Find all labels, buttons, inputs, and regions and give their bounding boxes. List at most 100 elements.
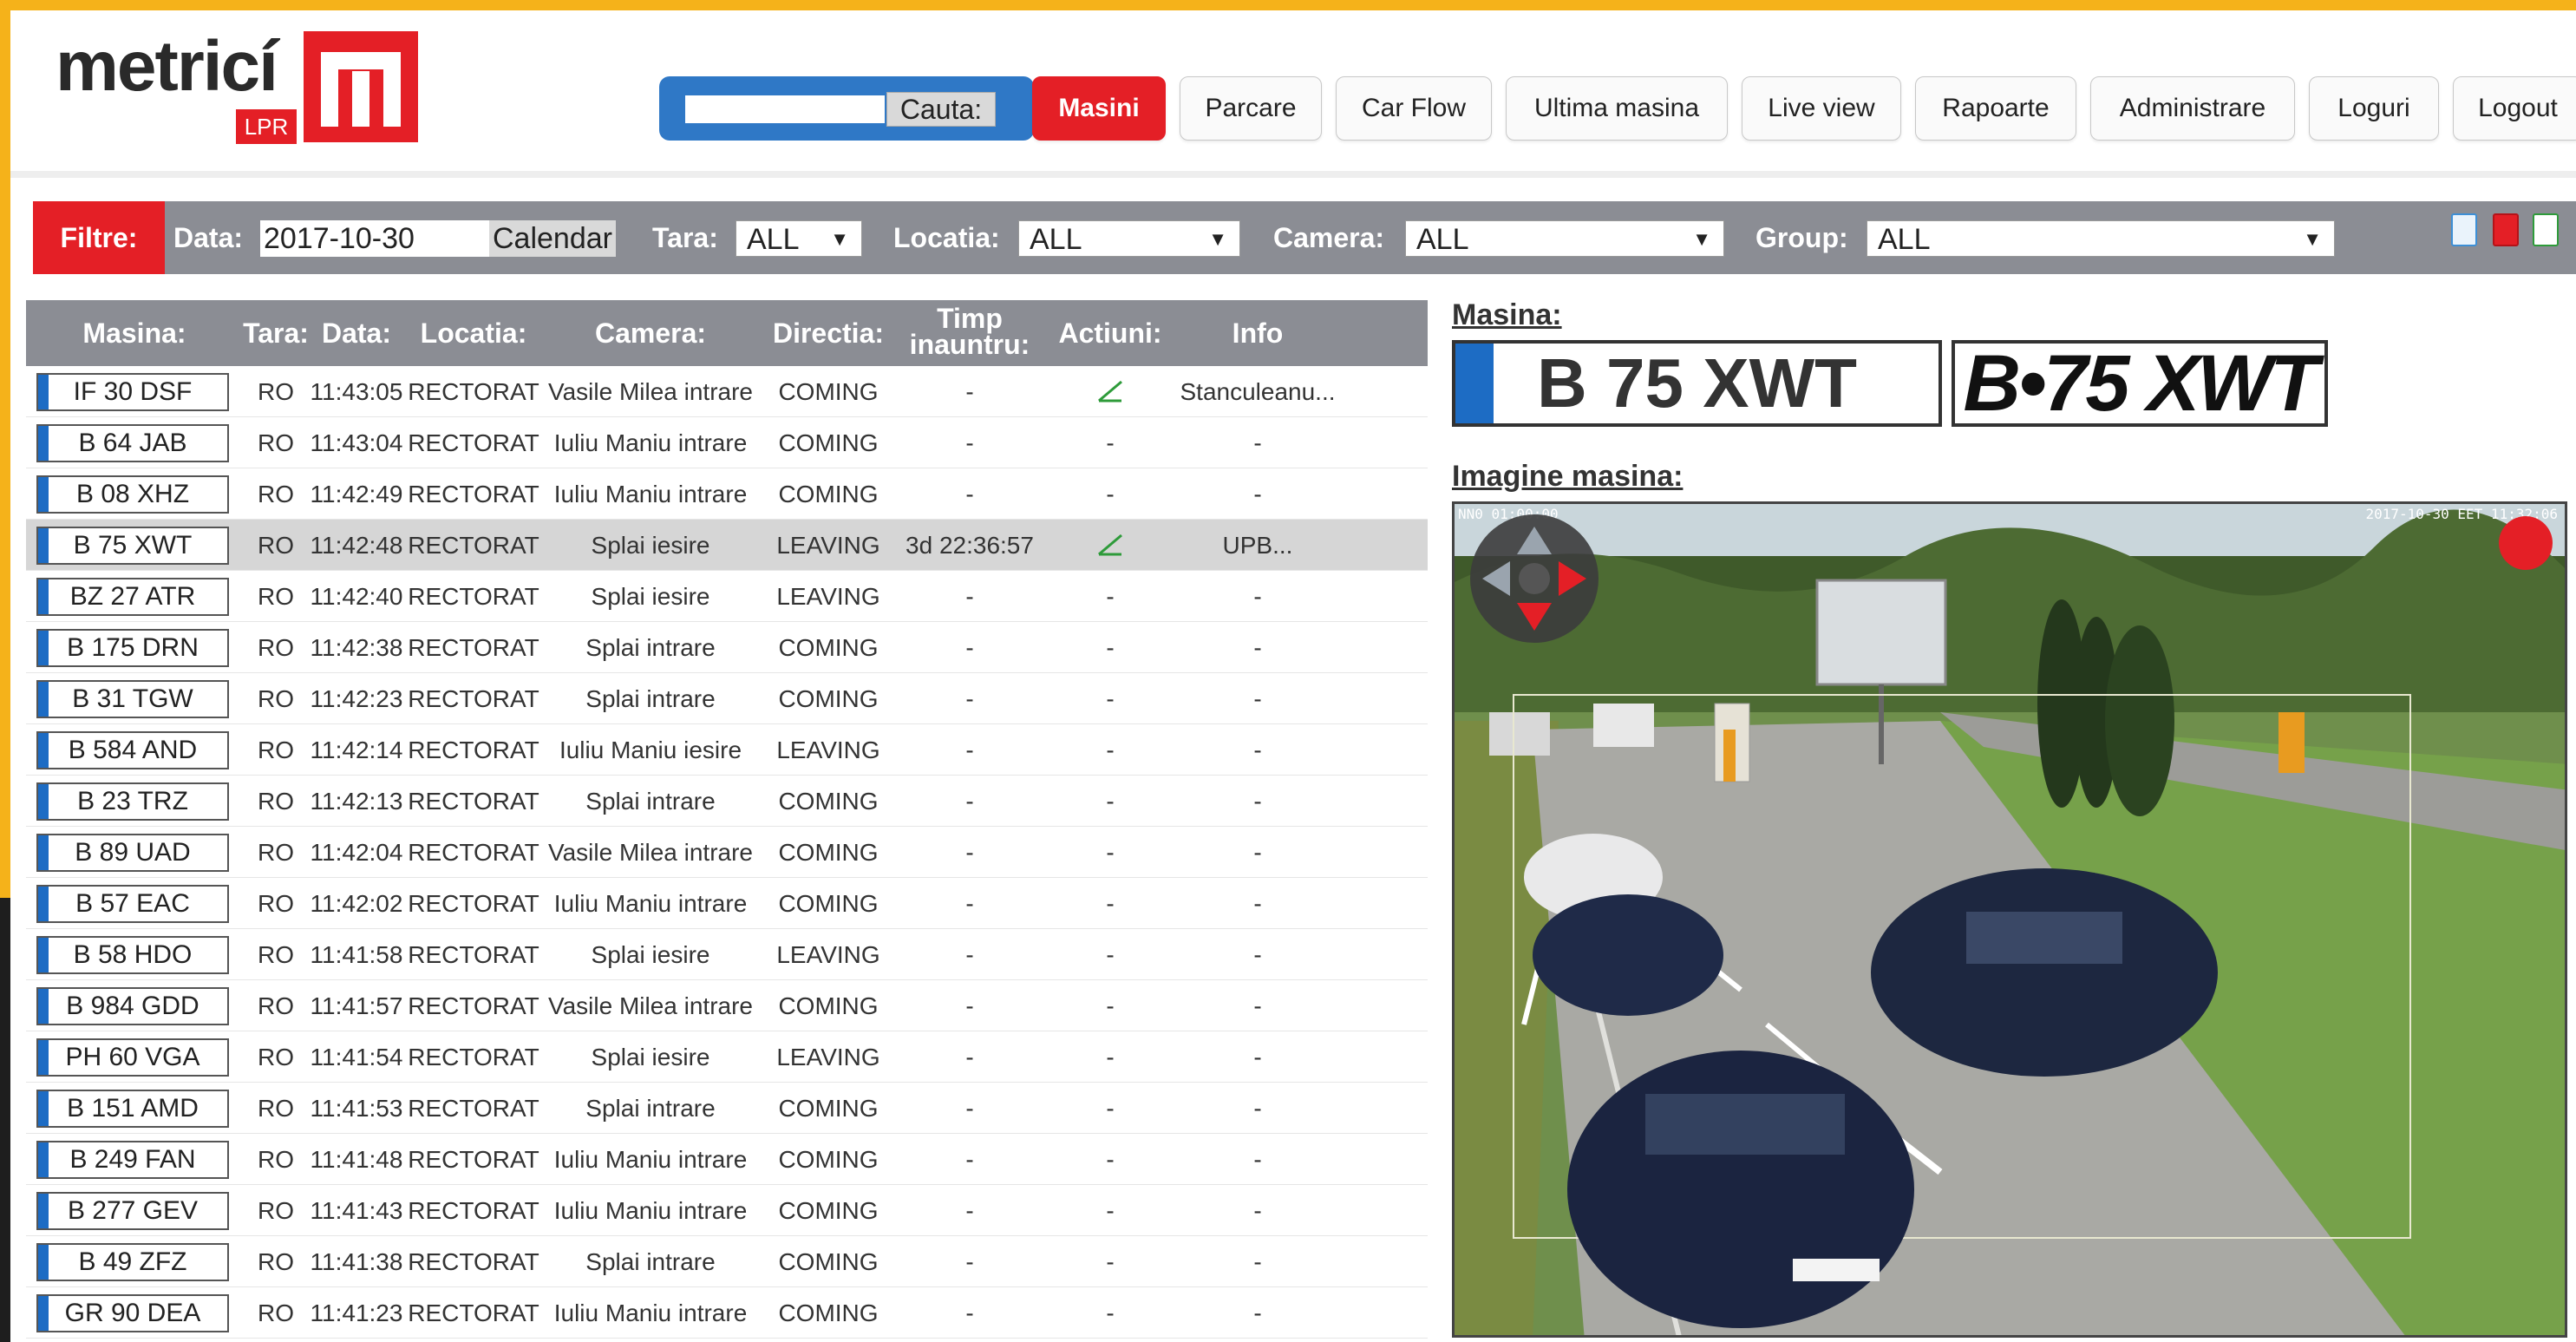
table-row[interactable]: B 984 GDD RO 11:41:57 RECTORAT Vasile Milea … xyxy=(26,980,1428,1031)
plate-cell[interactable]: B 75 XWT xyxy=(36,527,229,565)
plate-cell[interactable]: B 08 XHZ xyxy=(36,475,229,514)
cell-cam: Iuliu Maniu intrare xyxy=(553,481,748,507)
col-camera[interactable]: Camera: xyxy=(543,300,758,366)
cell-tara: RO xyxy=(258,941,294,968)
cell-cam: Vasile Milea intrare xyxy=(547,992,754,1019)
cell-tara: RO xyxy=(258,1146,294,1173)
plate-cell[interactable]: BZ 27 ATR xyxy=(36,578,229,616)
excel-icon[interactable] xyxy=(2533,213,2559,246)
col-masina[interactable]: Masina: xyxy=(26,300,243,366)
tara-select[interactable]: ALL ▼ xyxy=(736,220,862,257)
cell-dir: LEAVING xyxy=(776,583,880,610)
cell-info: - xyxy=(1253,429,1262,456)
cell-timp: - xyxy=(965,890,974,917)
group-label: Group: xyxy=(1755,222,1848,253)
nav-car-flow[interactable]: Car Flow xyxy=(1336,76,1492,141)
cell-dir: COMING xyxy=(778,1299,879,1326)
plate-cell[interactable]: B 58 HDO xyxy=(36,936,229,974)
plate-cell[interactable]: B 89 UAD xyxy=(36,834,229,872)
col-timp[interactable]: Timp inauntru: xyxy=(899,300,1041,366)
plate-cell[interactable]: B 64 JAB xyxy=(36,424,229,462)
cell-info: - xyxy=(1253,481,1262,507)
table-row[interactable]: B 151 AMD RO 11:41:53 RECTORAT Splai intrare… xyxy=(26,1083,1428,1134)
table-row[interactable]: B 175 DRN RO 11:42:38 RECTORAT Splai intrare… xyxy=(26,622,1428,673)
table-row[interactable]: B 57 EAC RO 11:42:02 RECTORAT Iuliu Maniu in… xyxy=(26,878,1428,929)
table-row[interactable]: B 08 XHZ RO 11:42:49 RECTORAT Iuliu Maniu in… xyxy=(26,468,1428,520)
plate-cell[interactable]: B 277 GEV xyxy=(36,1192,229,1230)
cell-tara: RO xyxy=(258,429,294,456)
plate-cell[interactable]: B 249 FAN xyxy=(36,1141,229,1179)
calendar-button[interactable]: Calendar xyxy=(489,220,616,257)
table-row[interactable]: IF 30 DSF RO 11:43:05 RECTORAT Vasile Milea … xyxy=(26,366,1428,417)
search-input[interactable] xyxy=(685,95,885,123)
table-row[interactable]: B 277 GEV RO 11:41:43 RECTORAT Iuliu Maniu i… xyxy=(26,1185,1428,1236)
nav-logout[interactable]: Logout xyxy=(2453,76,2576,141)
cell-act: - xyxy=(1106,941,1115,968)
date-field[interactable]: 2017-10-30 Calendar xyxy=(260,220,616,257)
camera-image[interactable]: NN0 01:00:00 2017-10-30 EET 11:32:06 xyxy=(1452,501,2567,1338)
table-row[interactable]: B 89 UAD RO 11:42:04 RECTORAT Vasile Milea i… xyxy=(26,827,1428,878)
col-actiuni: Actiuni: xyxy=(1058,317,1162,349)
plate-cell[interactable]: B 49 ZFZ xyxy=(36,1243,229,1281)
cell-loc: RECTORAT xyxy=(408,941,539,968)
tara-value: ALL xyxy=(747,223,800,256)
locatia-select[interactable]: ALL ▼ xyxy=(1018,220,1240,257)
table-row[interactable]: B 31 TGW RO 11:42:23 RECTORAT Splai intrare C… xyxy=(26,673,1428,724)
table-row[interactable]: B 49 ZFZ RO 11:41:38 RECTORAT Splai intrare C… xyxy=(26,1236,1428,1287)
search-button[interactable]: Cauta: xyxy=(886,92,996,127)
plate-cell[interactable]: B 151 AMD xyxy=(36,1090,229,1128)
table-row[interactable]: B 64 JAB RO 11:43:04 RECTORAT Iuliu Maniu in… xyxy=(26,417,1428,468)
cell-timp: - xyxy=(965,736,974,763)
plate-cell[interactable]: B 175 DRN xyxy=(36,629,229,667)
plate-cell[interactable]: B 31 TGW xyxy=(36,680,229,718)
nav-administrare[interactable]: Administrare xyxy=(2090,76,2295,141)
plate-cell[interactable]: B 984 GDD xyxy=(36,987,229,1025)
camera-select[interactable]: ALL ▼ xyxy=(1405,220,1724,257)
cell-cam: Iuliu Maniu intrare xyxy=(553,429,748,456)
cell-timp: - xyxy=(965,1197,974,1224)
table-row[interactable]: B 249 FAN RO 11:41:48 RECTORAT Iuliu Maniu i… xyxy=(26,1134,1428,1185)
plate-cell[interactable]: B 584 AND xyxy=(36,731,229,769)
plate-cell[interactable]: B 57 EAC xyxy=(36,885,229,923)
logo[interactable]: metricí LPR xyxy=(45,19,444,149)
edit-pencil-icon[interactable] xyxy=(1041,366,1180,417)
nav-ultima-masina[interactable]: Ultima masina xyxy=(1506,76,1728,141)
nav-parcare[interactable]: Parcare xyxy=(1180,76,1322,141)
nav-rapoarte[interactable]: Rapoarte xyxy=(1915,76,2076,141)
cell-cam: Splai iesire xyxy=(591,941,710,968)
filter-label: Filtre: xyxy=(33,201,165,274)
ptz-control-icon[interactable] xyxy=(1470,514,1599,643)
doc-icon[interactable] xyxy=(2451,213,2477,246)
nav-masini[interactable]: Masini xyxy=(1032,76,1166,141)
table-row[interactable]: PH 60 VGA RO 11:41:54 RECTORAT Splai iesire L… xyxy=(26,1031,1428,1083)
table-row[interactable]: GR 90 DEA RO 11:41:23 RECTORAT Iuliu Maniu i… xyxy=(26,1287,1428,1339)
cell-loc: RECTORAT xyxy=(408,1299,539,1326)
table-row[interactable]: B 584 AND RO 11:42:14 RECTORAT Iuliu Maniu i… xyxy=(26,724,1428,776)
pdf-icon[interactable] xyxy=(2493,213,2519,246)
col-tara[interactable]: Tara: xyxy=(243,300,309,366)
logo-subtitle: LPR xyxy=(236,109,297,144)
record-indicator-icon[interactable] xyxy=(2499,516,2553,570)
group-select[interactable]: ALL ▼ xyxy=(1867,220,2335,257)
cell-data: 11:41:54 xyxy=(310,1044,403,1070)
cell-cam: Vasile Milea intrare xyxy=(547,378,754,405)
plate-cell[interactable]: PH 60 VGA xyxy=(36,1038,229,1077)
plate-cell[interactable]: GR 90 DEA xyxy=(36,1294,229,1332)
table-row[interactable]: B 58 HDO RO 11:41:58 RECTORAT Splai iesire LE… xyxy=(26,929,1428,980)
plate-cell[interactable]: IF 30 DSF xyxy=(36,373,229,411)
table-row[interactable]: BZ 27 ATR RO 11:42:40 RECTORAT Splai iesire L… xyxy=(26,571,1428,622)
col-locatia[interactable]: Locatia: xyxy=(404,300,543,366)
edit-pencil-icon[interactable] xyxy=(1041,520,1180,571)
cell-loc: RECTORAT xyxy=(408,1044,539,1070)
nav-loguri[interactable]: Loguri xyxy=(2309,76,2439,141)
cell-data: 11:41:53 xyxy=(310,1095,403,1122)
plate-cell[interactable]: B 23 TRZ xyxy=(36,782,229,821)
table-row[interactable]: B 75 XWT RO 11:42:48 RECTORAT Splai iesire LE… xyxy=(26,520,1428,571)
col-directia[interactable]: Directia: xyxy=(758,300,899,366)
cell-info: - xyxy=(1253,1197,1262,1224)
nav-live-view[interactable]: Live view xyxy=(1742,76,1901,141)
col-data[interactable]: Data: xyxy=(309,300,404,366)
table-row[interactable]: B 23 TRZ RO 11:42:13 RECTORAT Splai intrare C… xyxy=(26,776,1428,827)
cell-cam: Iuliu Maniu iesire xyxy=(559,736,742,763)
cell-timp: - xyxy=(965,429,974,456)
